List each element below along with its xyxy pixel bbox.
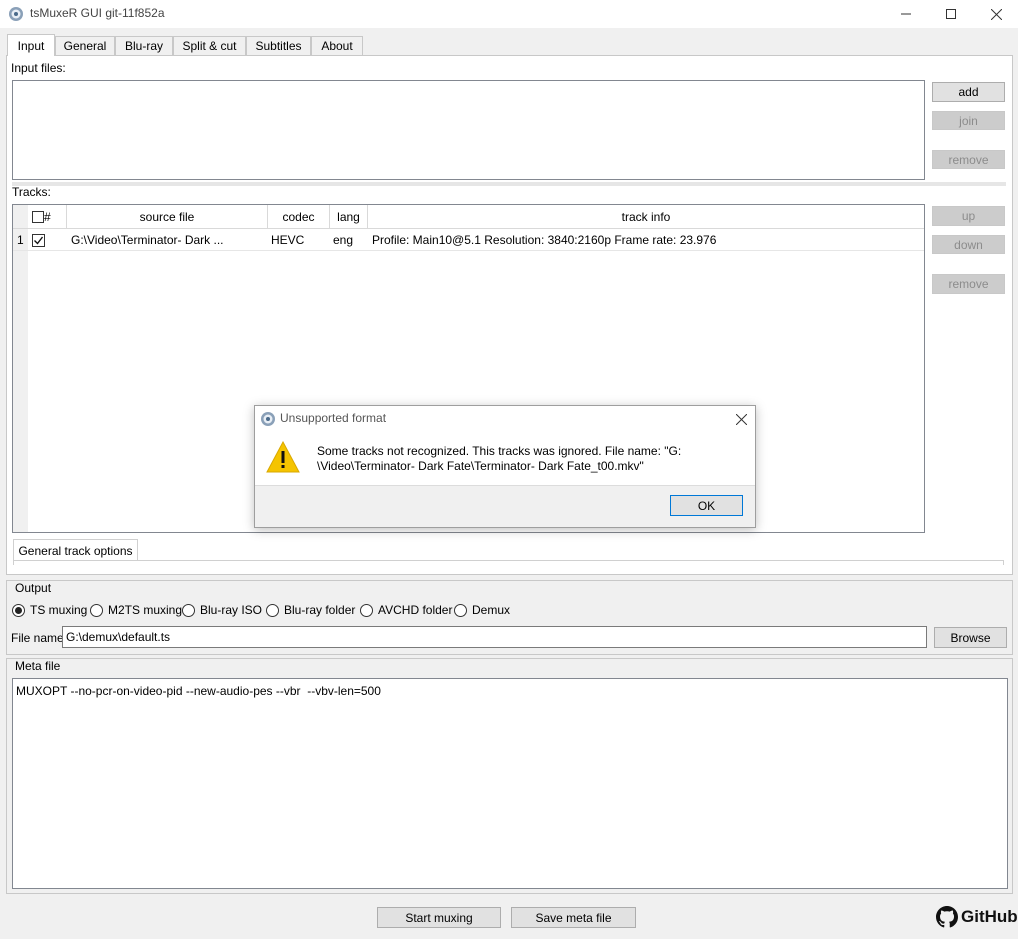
- close-icon: [735, 413, 747, 425]
- output-label: Output: [13, 581, 54, 595]
- close-button[interactable]: [973, 0, 1018, 28]
- close-icon: [990, 8, 1002, 20]
- remove-file-button[interactable]: remove: [932, 150, 1005, 169]
- radio-m2ts-muxing-label: M2TS muxing: [108, 603, 183, 617]
- start-muxing-button[interactable]: Start muxing: [377, 907, 501, 928]
- radio-ts-muxing-label: TS muxing: [30, 603, 88, 617]
- github-icon: [936, 906, 958, 928]
- track-info: Profile: Main10@5.1 Resolution: 3840:216…: [372, 233, 717, 247]
- radio-blu-ray-iso-label: Blu-ray ISO: [200, 603, 263, 617]
- tab-split-cut[interactable]: Split & cut: [173, 36, 246, 55]
- join-button[interactable]: join: [932, 111, 1005, 130]
- app-icon: [8, 6, 24, 22]
- input-files-list[interactable]: [12, 80, 925, 180]
- file-name-label: File name: [11, 631, 64, 645]
- radio-m2ts-muxing-indicator: [90, 603, 103, 617]
- dialog-footer: OK: [255, 485, 755, 527]
- row-number: 1: [17, 233, 24, 247]
- title-bar[interactable]: tsMuxeR GUI git-11f852a: [0, 0, 1018, 28]
- dialog-message-line-1: Some tracks not recognized. This tracks …: [317, 444, 682, 458]
- maximize-icon: [946, 9, 956, 19]
- dialog-message-line-2: \Video\Terminator- Dark Fate\Terminator-…: [317, 459, 644, 473]
- window-title: tsMuxeR GUI git-11f852a: [30, 6, 165, 20]
- dialog-close-button[interactable]: [729, 408, 753, 430]
- input-files-label: Input files:: [11, 61, 66, 75]
- row-header-corner: [13, 205, 28, 229]
- column-header-track-info[interactable]: track info: [368, 205, 924, 229]
- row-header-gutter: [13, 229, 28, 532]
- github-link[interactable]: GitHub: [936, 906, 1018, 928]
- dialog-app-icon: [260, 411, 276, 427]
- dialog-title: Unsupported format: [280, 411, 387, 425]
- radio-avchd-folder[interactable]: AVCHD folder: [360, 603, 452, 617]
- column-header-source-file[interactable]: source file: [67, 205, 268, 229]
- track-codec: HEVC: [271, 233, 305, 247]
- tab-subtitles[interactable]: Subtitles: [246, 36, 311, 55]
- tab-blu-ray[interactable]: Blu-ray: [115, 36, 173, 55]
- file-name-input[interactable]: G:\demux\default.ts: [62, 626, 927, 648]
- tab-general[interactable]: General: [55, 36, 115, 55]
- tracks-label: Tracks:: [12, 185, 51, 199]
- unsupported-format-dialog[interactable]: Unsupported format Some tracks not recog…: [254, 405, 756, 528]
- browse-button[interactable]: Browse: [934, 627, 1007, 648]
- radio-avchd-folder-label: AVCHD folder: [378, 603, 453, 617]
- select-all-checkbox[interactable]: [32, 210, 44, 223]
- radio-blu-ray-folder-indicator: [266, 603, 279, 617]
- track-enable-checkbox[interactable]: [32, 233, 45, 247]
- tab-input[interactable]: Input: [7, 34, 55, 56]
- save-meta-file-button[interactable]: Save meta file: [511, 907, 636, 928]
- warning-icon: [266, 440, 300, 473]
- track-options-pane: [13, 560, 1004, 565]
- checkmark-icon: [34, 236, 44, 245]
- radio-demux-indicator: [454, 603, 467, 617]
- add-button[interactable]: add: [932, 82, 1005, 102]
- column-header-codec[interactable]: codec: [268, 205, 330, 229]
- radio-ts-muxing-indicator: [12, 603, 25, 617]
- column-header-lang[interactable]: lang: [330, 205, 368, 229]
- radio-demux[interactable]: Demux: [454, 603, 510, 617]
- tab-general-track-options[interactable]: General track options: [13, 539, 138, 561]
- track-remove-button[interactable]: remove: [932, 274, 1005, 294]
- tab-about[interactable]: About: [311, 36, 363, 55]
- track-source-file: G:\Video\Terminator- Dark ...: [71, 233, 224, 247]
- minimize-icon: [901, 13, 911, 15]
- meta-file-editor[interactable]: MUXOPT --no-pcr-on-video-pid --new-audio…: [12, 678, 1008, 889]
- column-header-num[interactable]: #: [28, 205, 67, 229]
- radio-avchd-folder-indicator: [360, 603, 373, 617]
- radio-blu-ray-folder[interactable]: Blu-ray folder: [266, 603, 355, 617]
- ok-button[interactable]: OK: [670, 495, 743, 516]
- radio-m2ts-muxing[interactable]: M2TS muxing: [90, 603, 182, 617]
- track-up-button[interactable]: up: [932, 206, 1005, 226]
- github-label: GitHub: [961, 907, 1018, 926]
- track-enable-checkbox-cell[interactable]: [32, 229, 52, 251]
- dialog-message: Some tracks not recognized. This tracks …: [317, 444, 681, 474]
- radio-blu-ray-iso-indicator: [182, 603, 195, 617]
- meta-file-label: Meta file: [13, 659, 63, 673]
- track-lang: eng: [333, 233, 354, 247]
- minimize-button[interactable]: [883, 0, 929, 28]
- radio-ts-muxing[interactable]: TS muxing: [12, 603, 87, 617]
- radio-blu-ray-iso[interactable]: Blu-ray ISO: [182, 603, 262, 617]
- column-header-num-label: #: [44, 209, 51, 224]
- radio-blu-ray-folder-label: Blu-ray folder: [284, 603, 356, 617]
- track-down-button[interactable]: down: [932, 235, 1005, 254]
- splitter-handle[interactable]: [12, 182, 1006, 186]
- maximize-button[interactable]: [928, 0, 974, 28]
- radio-demux-label: Demux: [472, 603, 511, 617]
